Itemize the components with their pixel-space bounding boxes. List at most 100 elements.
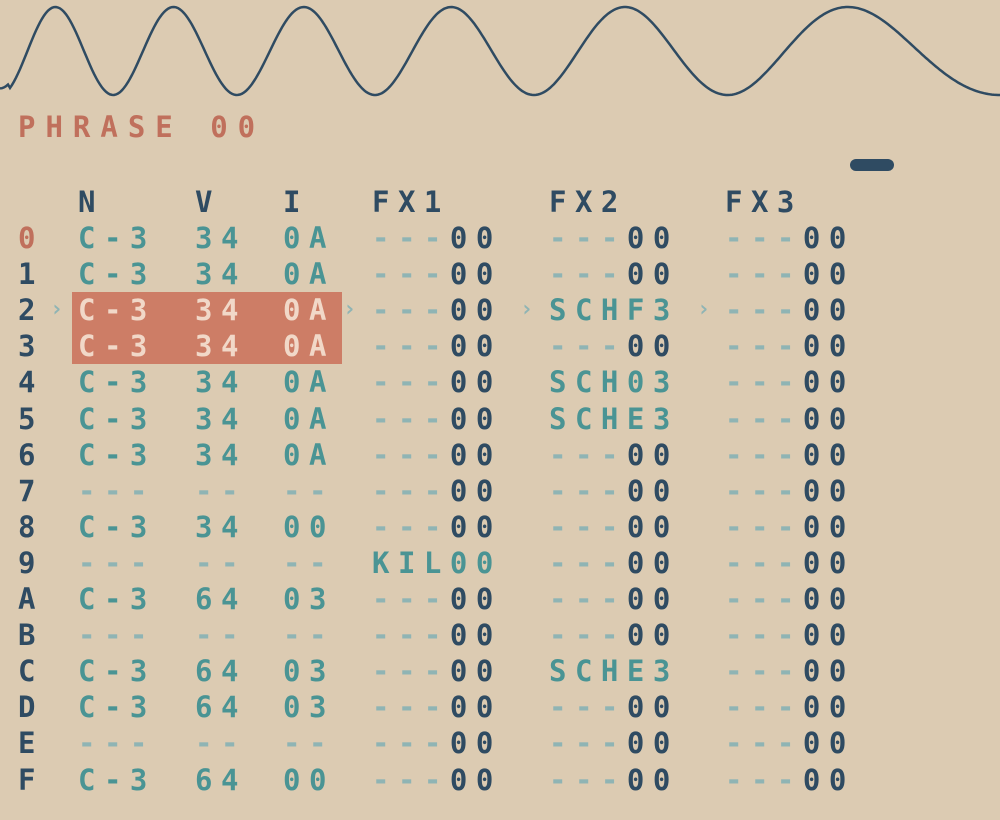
note-cell[interactable]: C-3 <box>78 220 156 256</box>
fx2-cell[interactable]: ---00 <box>549 509 679 545</box>
fx2-cell[interactable]: ---00 <box>549 437 679 473</box>
fx3-cell[interactable]: ---00 <box>725 256 855 292</box>
note-cell[interactable]: C-3 <box>78 292 156 328</box>
fx3-cell[interactable]: ---00 <box>725 473 855 509</box>
fx1-cell[interactable]: KIL00 <box>372 545 502 581</box>
instrument-cell[interactable]: 03 <box>283 581 335 617</box>
cursor-chevron-icon: › <box>343 297 357 323</box>
fx3-cell[interactable]: ---00 <box>725 762 855 798</box>
velocity-cell[interactable]: 34 <box>195 292 247 328</box>
fx1-cell[interactable]: ---00 <box>372 292 502 328</box>
note-cell[interactable]: C-3 <box>78 509 156 545</box>
fx1-cell[interactable]: ---00 <box>372 220 502 256</box>
fx1-cell[interactable]: ---00 <box>372 364 502 400</box>
fx3-cell[interactable]: ---00 <box>725 581 855 617</box>
fx3-cell[interactable]: ---00 <box>725 509 855 545</box>
note-cell[interactable]: C-3 <box>78 762 156 798</box>
fx2-cell[interactable]: ---00 <box>549 762 679 798</box>
cursor-chevron-icon: › <box>520 297 534 323</box>
fx3-cell[interactable]: ---00 <box>725 220 855 256</box>
instrument-cell[interactable]: 0A <box>283 220 335 256</box>
velocity-cell[interactable]: 34 <box>195 401 247 437</box>
fx3-cell[interactable]: ---00 <box>725 617 855 653</box>
fx1-cell[interactable]: ---00 <box>372 473 502 509</box>
fx1-cell[interactable]: ---00 <box>372 581 502 617</box>
fx1-cell[interactable]: ---00 <box>372 725 502 761</box>
note-cell[interactable]: C-3 <box>78 689 156 725</box>
instrument-cell[interactable]: 0A <box>283 364 335 400</box>
velocity-cell[interactable]: 34 <box>195 364 247 400</box>
instrument-cell[interactable]: -- <box>283 725 335 761</box>
velocity-cell[interactable]: 34 <box>195 328 247 364</box>
row-number: E <box>18 726 44 761</box>
instrument-cell[interactable]: 0A <box>283 256 335 292</box>
fx1-cell[interactable]: ---00 <box>372 617 502 653</box>
fx2-cell[interactable]: ---00 <box>549 725 679 761</box>
instrument-cell[interactable]: 0A <box>283 292 335 328</box>
fx1-cell[interactable]: ---00 <box>372 689 502 725</box>
note-cell[interactable]: --- <box>78 725 156 761</box>
note-cell[interactable]: C-3 <box>78 328 156 364</box>
fx3-cell[interactable]: ---00 <box>725 545 855 581</box>
fx3-cell[interactable]: ---00 <box>725 689 855 725</box>
note-cell[interactable]: C-3 <box>78 437 156 473</box>
fx3-cell[interactable]: ---00 <box>725 437 855 473</box>
fx3-cell[interactable]: ---00 <box>725 364 855 400</box>
fx3-cell[interactable]: ---00 <box>725 401 855 437</box>
fx2-cell[interactable]: SCHE3 <box>549 653 679 689</box>
velocity-cell[interactable]: 34 <box>195 220 247 256</box>
fx2-cell[interactable]: ---00 <box>549 617 679 653</box>
velocity-cell[interactable]: 64 <box>195 689 247 725</box>
instrument-cell[interactable]: 03 <box>283 689 335 725</box>
fx2-cell[interactable]: ---00 <box>549 545 679 581</box>
velocity-cell[interactable]: 64 <box>195 653 247 689</box>
fx2-cell[interactable]: ---00 <box>549 581 679 617</box>
fx1-cell[interactable]: ---00 <box>372 509 502 545</box>
fx2-cell[interactable]: SCH03 <box>549 364 679 400</box>
note-cell[interactable]: --- <box>78 617 156 653</box>
velocity-cell[interactable]: 64 <box>195 581 247 617</box>
velocity-cell[interactable]: -- <box>195 617 247 653</box>
phrase-grid[interactable]: N V I FX1 FX2 FX3 0 C-3 34 0A ---00 ---00 ---0… <box>0 0 1000 820</box>
instrument-cell[interactable]: 00 <box>283 509 335 545</box>
note-cell[interactable]: C-3 <box>78 653 156 689</box>
note-cell[interactable]: --- <box>78 473 156 509</box>
fx3-cell[interactable]: ---00 <box>725 328 855 364</box>
velocity-cell[interactable]: -- <box>195 473 247 509</box>
note-cell[interactable]: C-3 <box>78 581 156 617</box>
instrument-cell[interactable]: 0A <box>283 437 335 473</box>
fx1-cell[interactable]: ---00 <box>372 437 502 473</box>
fx2-cell[interactable]: SCHF3 <box>549 292 679 328</box>
instrument-cell[interactable]: 00 <box>283 762 335 798</box>
instrument-cell[interactable]: -- <box>283 473 335 509</box>
note-cell[interactable]: C-3 <box>78 401 156 437</box>
velocity-cell[interactable]: -- <box>195 545 247 581</box>
fx2-cell[interactable]: ---00 <box>549 473 679 509</box>
instrument-cell[interactable]: 0A <box>283 328 335 364</box>
fx1-cell[interactable]: ---00 <box>372 256 502 292</box>
velocity-cell[interactable]: 64 <box>195 762 247 798</box>
note-cell[interactable]: C-3 <box>78 256 156 292</box>
fx2-cell[interactable]: SCHE3 <box>549 401 679 437</box>
fx2-cell[interactable]: ---00 <box>549 328 679 364</box>
fx1-cell[interactable]: ---00 <box>372 328 502 364</box>
velocity-cell[interactable]: 34 <box>195 437 247 473</box>
instrument-cell[interactable]: -- <box>283 545 335 581</box>
fx2-cell[interactable]: ---00 <box>549 256 679 292</box>
fx1-cell[interactable]: ---00 <box>372 762 502 798</box>
fx3-cell[interactable]: ---00 <box>725 653 855 689</box>
velocity-cell[interactable]: -- <box>195 725 247 761</box>
note-cell[interactable]: --- <box>78 545 156 581</box>
fx3-cell[interactable]: ---00 <box>725 292 855 328</box>
instrument-cell[interactable]: 03 <box>283 653 335 689</box>
instrument-cell[interactable]: 0A <box>283 401 335 437</box>
fx1-cell[interactable]: ---00 <box>372 653 502 689</box>
velocity-cell[interactable]: 34 <box>195 256 247 292</box>
fx2-cell[interactable]: ---00 <box>549 689 679 725</box>
note-cell[interactable]: C-3 <box>78 364 156 400</box>
instrument-cell[interactable]: -- <box>283 617 335 653</box>
velocity-cell[interactable]: 34 <box>195 509 247 545</box>
fx3-cell[interactable]: ---00 <box>725 725 855 761</box>
fx2-cell[interactable]: ---00 <box>549 220 679 256</box>
fx1-cell[interactable]: ---00 <box>372 401 502 437</box>
